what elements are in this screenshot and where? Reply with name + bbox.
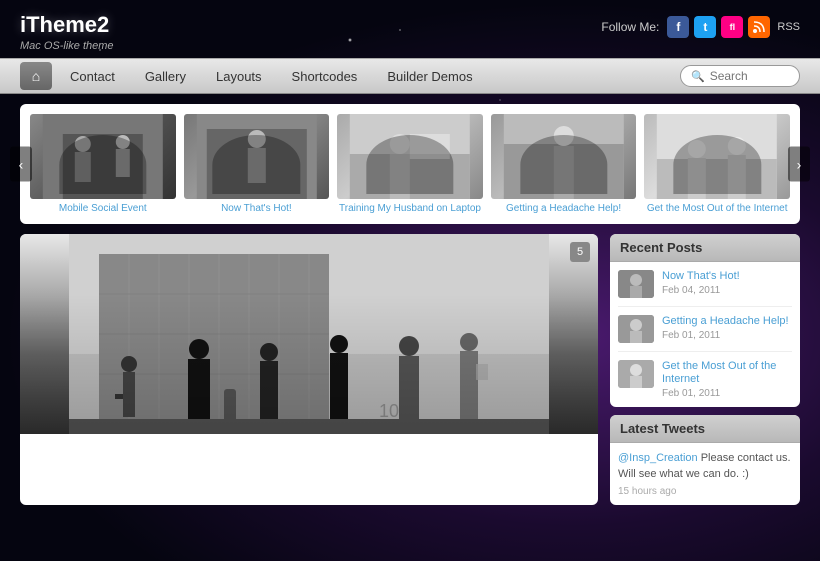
svg-text:10: 10 — [379, 401, 399, 421]
latest-tweets-widget: Latest Tweets @Insp_Creation Please cont… — [610, 415, 800, 505]
tweets-body: @Insp_Creation Please contact us. Will s… — [610, 443, 800, 505]
slide-image-2 — [184, 114, 330, 199]
tweets-header: Latest Tweets — [610, 415, 800, 443]
bottom-layout: 10 5 Recent Posts — [20, 234, 800, 505]
slide-3: Training My Husband on Laptop — [337, 114, 483, 214]
navbar: ⌂ Contact Gallery Layouts Shortcodes Bui… — [0, 58, 820, 94]
tweet-time: 15 hours ago — [618, 486, 792, 497]
rp-date-1: Feb 04, 2011 — [662, 285, 740, 296]
nav-gallery[interactable]: Gallery — [131, 64, 200, 89]
rp-date-3: Feb 01, 2011 — [662, 388, 792, 399]
slide-caption-3[interactable]: Training My Husband on Laptop — [337, 203, 483, 214]
recent-post-3: Get the Most Out of the Internet Feb 01,… — [618, 360, 792, 399]
site-title: iTheme2 — [20, 12, 114, 38]
rp-info-2: Getting a Headache Help! Feb 01, 2011 — [662, 315, 789, 343]
nav-items: Contact Gallery Layouts Shortcodes Build… — [56, 64, 680, 89]
slide-4: Getting a Headache Help! — [491, 114, 637, 214]
slide-1: Mobile Social Event — [30, 114, 176, 214]
slide-5: Get the Most Out of the Internet — [644, 114, 790, 214]
image-slider: ‹ Mobile Social Event — [20, 104, 800, 224]
nav-shortcodes[interactable]: Shortcodes — [278, 64, 372, 89]
nav-contact[interactable]: Contact — [56, 64, 129, 89]
rss-icon[interactable] — [748, 16, 770, 38]
slide-image-3 — [337, 114, 483, 199]
main-post: 10 5 — [20, 234, 598, 505]
slide-caption-1[interactable]: Mobile Social Event — [30, 203, 176, 214]
rp-thumb-2 — [618, 315, 654, 343]
nav-builder-demos[interactable]: Builder Demos — [373, 64, 486, 89]
rp-date-2: Feb 01, 2011 — [662, 330, 789, 341]
rp-thumb-3 — [618, 360, 654, 388]
social-area: Follow Me: f t fl RSS — [601, 12, 800, 38]
facebook-icon[interactable]: f — [667, 16, 689, 38]
flickr-icon[interactable]: fl — [721, 16, 743, 38]
slide-image-4 — [491, 114, 637, 199]
main-content: ‹ Mobile Social Event — [0, 94, 820, 515]
recent-post-2: Getting a Headache Help! Feb 01, 2011 — [618, 315, 792, 352]
follow-label: Follow Me: — [601, 20, 659, 34]
rp-title-2[interactable]: Getting a Headache Help! — [662, 315, 789, 328]
recent-post-1: Now That's Hot! Feb 04, 2011 — [618, 270, 792, 307]
post-image: 10 5 — [20, 234, 598, 434]
recent-posts-widget: Recent Posts Now That's Hot! Feb — [610, 234, 800, 407]
slide-image-5 — [644, 114, 790, 199]
tweet-text: @Insp_Creation Please contact us. Will s… — [618, 451, 792, 482]
site-header: iTheme2 Mac OS-like theme Follow Me: f t… — [0, 0, 820, 58]
slide-caption-4[interactable]: Getting a Headache Help! — [491, 203, 637, 214]
recent-posts-body: Now That's Hot! Feb 04, 2011 — [610, 262, 800, 407]
rp-title-3[interactable]: Get the Most Out of the Internet — [662, 360, 792, 386]
rp-title-1[interactable]: Now That's Hot! — [662, 270, 740, 283]
home-button[interactable]: ⌂ — [20, 62, 52, 90]
slider-next-button[interactable]: › — [788, 147, 810, 182]
tweet-handle[interactable]: @Insp_Creation — [618, 452, 698, 464]
comment-badge: 5 — [570, 242, 590, 262]
recent-posts-header: Recent Posts — [610, 234, 800, 262]
twitter-icon[interactable]: t — [694, 16, 716, 38]
rss-label: RSS — [777, 21, 800, 33]
rp-thumb-1 — [618, 270, 654, 298]
site-branding: iTheme2 Mac OS-like theme — [20, 12, 114, 52]
search-input[interactable] — [710, 69, 790, 83]
search-icon: 🔍 — [691, 70, 705, 83]
slider-images: Mobile Social Event Now That's Hot! — [30, 114, 790, 214]
slide-caption-5[interactable]: Get the Most Out of the Internet — [644, 203, 790, 214]
rp-info-3: Get the Most Out of the Internet Feb 01,… — [662, 360, 792, 399]
sidebar: Recent Posts Now That's Hot! Feb — [610, 234, 800, 505]
slide-image-1 — [30, 114, 176, 199]
search-box[interactable]: 🔍 — [680, 65, 800, 87]
slide-2: Now That's Hot! — [184, 114, 330, 214]
nav-layouts[interactable]: Layouts — [202, 64, 276, 89]
site-tagline: Mac OS-like theme — [20, 40, 114, 52]
slide-caption-2[interactable]: Now That's Hot! — [184, 203, 330, 214]
rp-info-1: Now That's Hot! Feb 04, 2011 — [662, 270, 740, 298]
slider-prev-button[interactable]: ‹ — [10, 147, 32, 182]
